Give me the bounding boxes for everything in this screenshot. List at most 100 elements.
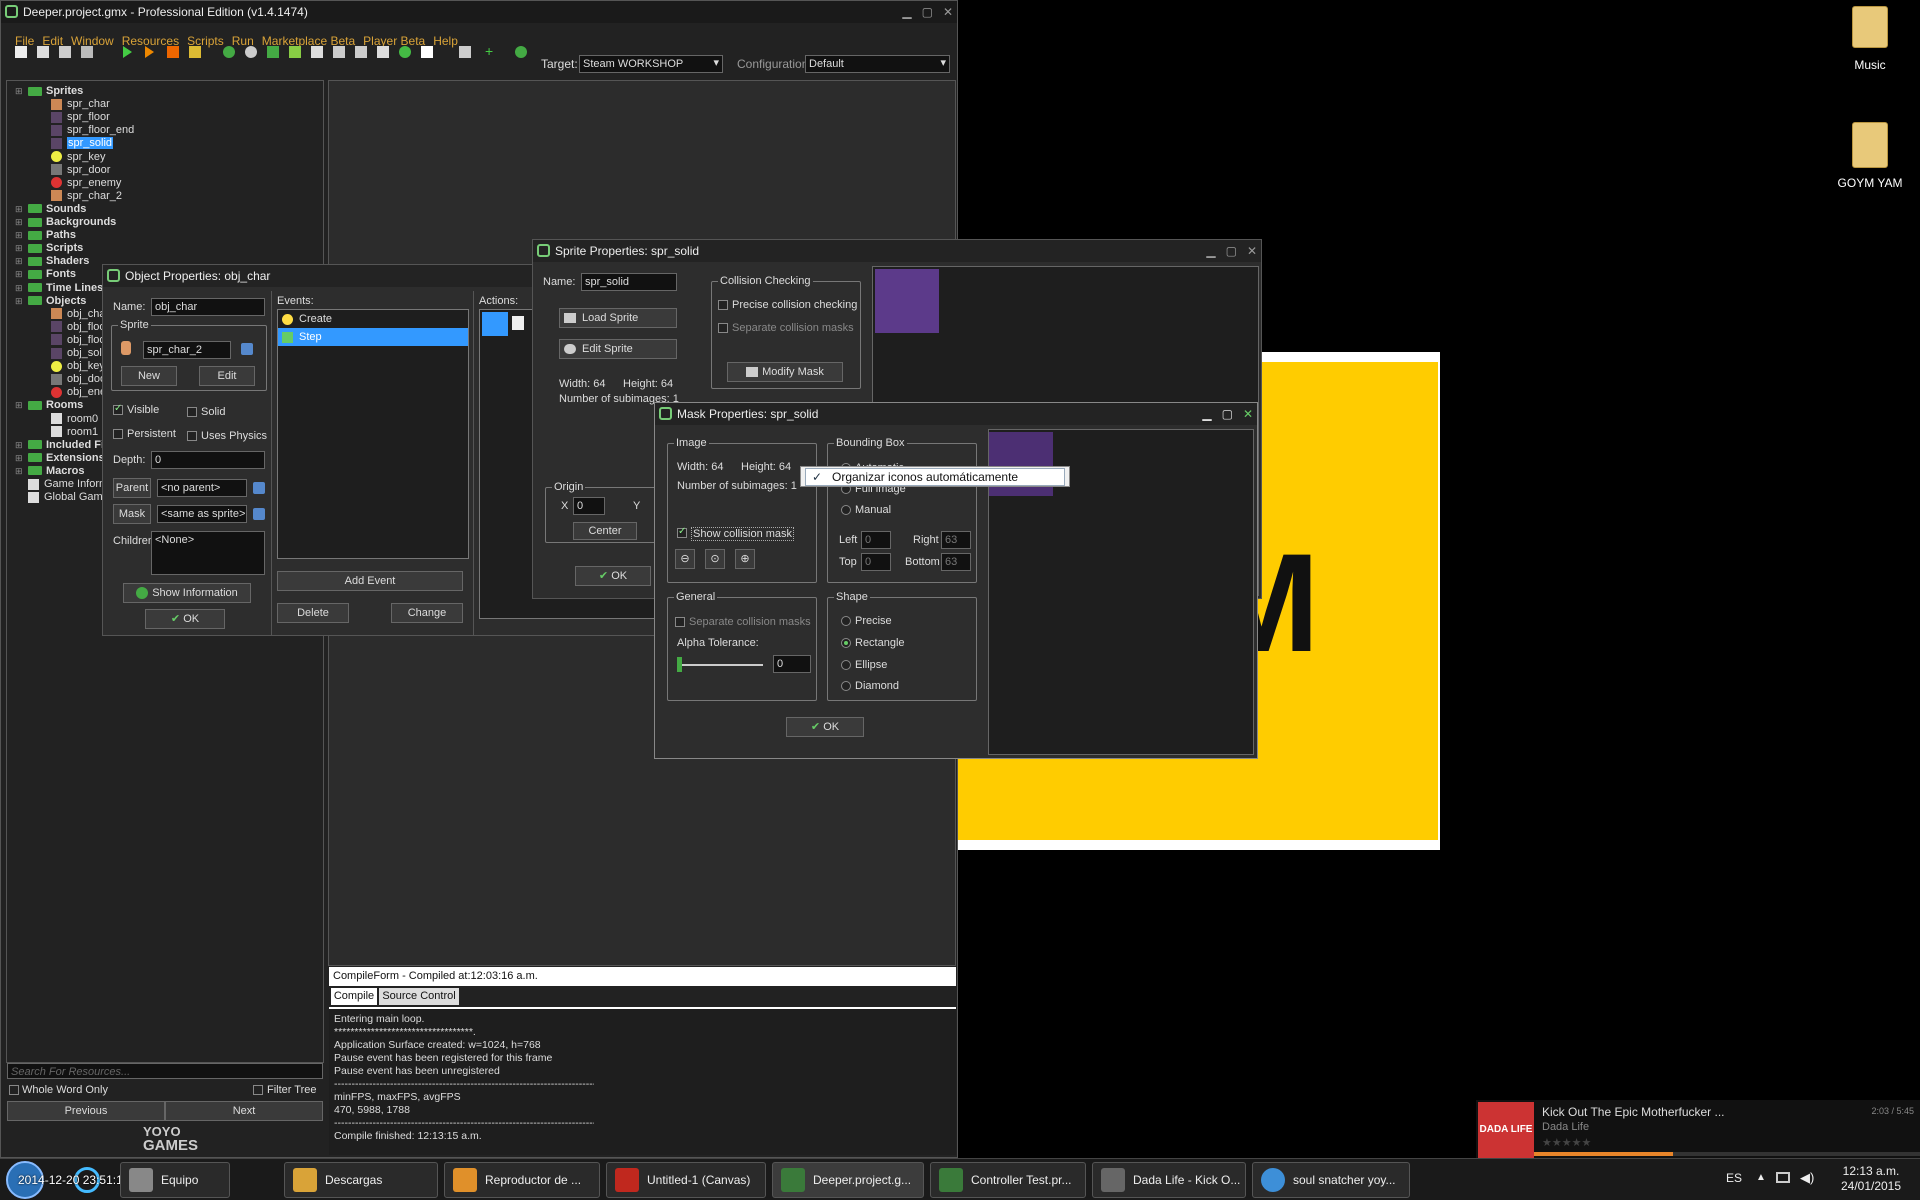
font-icon[interactable]: [355, 46, 367, 58]
center-button[interactable]: Center: [573, 522, 637, 540]
maximize-icon[interactable]: ▢: [1226, 240, 1237, 262]
tab-source-control[interactable]: Source Control: [379, 988, 459, 1005]
tree-item[interactable]: ⊞ Rooms: [15, 399, 83, 412]
expand-icon[interactable]: ⊞: [15, 282, 24, 295]
tree-item[interactable]: ⊞ Sounds: [15, 203, 86, 216]
tree-item[interactable]: spr_enemy: [51, 177, 121, 190]
room-icon[interactable]: [421, 46, 433, 58]
show-information-button[interactable]: Show Information: [123, 583, 251, 603]
desktop-icon-music[interactable]: Music: [1840, 6, 1900, 72]
close-icon[interactable]: ✕: [1243, 403, 1253, 425]
expand-icon[interactable]: ⊞: [15, 465, 24, 478]
tree-item[interactable]: ⊞ Backgrounds: [15, 216, 116, 229]
object-ok-button[interactable]: ✔ OK: [145, 609, 225, 629]
solid-checkbox[interactable]: [187, 407, 197, 417]
sprite-name-input[interactable]: spr_solid: [581, 273, 677, 291]
mask-button[interactable]: Mask: [113, 504, 151, 524]
taskbar-item-media-player[interactable]: Reproductor de ...: [444, 1162, 600, 1198]
sound-icon[interactable]: [245, 46, 257, 58]
expand-icon[interactable]: ⊞: [15, 203, 24, 216]
tree-item[interactable]: obj_floor: [51, 321, 109, 334]
action-item[interactable]: [482, 312, 508, 336]
precise-radio[interactable]: [841, 616, 851, 626]
tree-item[interactable]: spr_floor_end: [51, 124, 134, 137]
mask-menu-icon[interactable]: [253, 508, 265, 520]
edit-sprite-button[interactable]: Edit: [199, 366, 255, 386]
tree-item[interactable]: spr_floor: [51, 111, 110, 124]
add-event-button[interactable]: Add Event: [277, 571, 463, 591]
tree-item[interactable]: spr_door: [51, 164, 110, 177]
alpha-slider[interactable]: [677, 657, 763, 672]
diamond-radio[interactable]: [841, 681, 851, 691]
open-icon[interactable]: [37, 46, 49, 58]
taskbar-item-deeper-project[interactable]: Deeper.project.g...: [772, 1162, 924, 1198]
minimize-icon[interactable]: ▁: [1206, 240, 1215, 262]
list-icon[interactable]: [459, 46, 471, 58]
target-select[interactable]: Steam WORKSHOP ▾: [579, 55, 723, 73]
visible-checkbox[interactable]: [113, 403, 123, 415]
context-menu-item-arrange-icons[interactable]: ✓ Organizar iconos automáticamente: [805, 468, 1065, 486]
load-sprite-button[interactable]: Load Sprite: [559, 308, 677, 328]
taskbar-item-controller-test[interactable]: Controller Test.pr...: [930, 1162, 1086, 1198]
modify-mask-button[interactable]: Modify Mask: [727, 362, 843, 382]
parent-select[interactable]: <no parent>: [157, 479, 247, 497]
menu-help[interactable]: Help: [433, 34, 458, 48]
timeline-icon[interactable]: [377, 46, 389, 58]
expand-icon[interactable]: ⊞: [15, 229, 24, 242]
tree-item[interactable]: spr_char_2: [51, 190, 122, 203]
manual-radio[interactable]: [841, 505, 851, 515]
expand-icon[interactable]: ⊞: [15, 255, 24, 268]
events-list[interactable]: Create Step: [277, 309, 469, 559]
path-icon[interactable]: [289, 46, 301, 58]
slider-thumb[interactable]: [677, 657, 682, 672]
show-mask-checkbox[interactable]: [677, 526, 687, 538]
background-icon[interactable]: [267, 46, 279, 58]
desktop-icon-goym-yam[interactable]: GOYM YAM: [1830, 122, 1910, 190]
save-icon[interactable]: [59, 46, 71, 58]
taskbar-item-flash[interactable]: Untitled-1 (Canvas): [606, 1162, 766, 1198]
new-sprite-button[interactable]: New: [121, 366, 177, 386]
sprite-icon[interactable]: [223, 46, 235, 58]
debug-icon[interactable]: [145, 46, 154, 58]
export-icon[interactable]: [81, 46, 93, 58]
delete-event-button[interactable]: Delete: [277, 603, 349, 623]
tray-clock[interactable]: 12:13 a.m. 24/01/2015: [1826, 1164, 1916, 1194]
zoom-normal-button[interactable]: ⊙: [705, 549, 725, 569]
tree-item[interactable]: ⊞ Objects: [15, 295, 86, 308]
rating-stars[interactable]: ★★★★★: [1542, 1136, 1591, 1149]
language-indicator[interactable]: ES: [1726, 1171, 1742, 1185]
mask-select[interactable]: <same as sprite>: [157, 505, 247, 523]
maximize-icon[interactable]: ▢: [922, 1, 933, 23]
edit-sprite-button[interactable]: Edit Sprite: [559, 339, 677, 359]
tree-item[interactable]: ⊞ Paths: [15, 229, 76, 242]
tree-item[interactable]: obj_key: [51, 360, 105, 373]
taskbar-item-chrome[interactable]: soul snatcher yoy...: [1252, 1162, 1410, 1198]
top-input[interactable]: 0: [861, 553, 891, 571]
rectangle-radio[interactable]: [841, 638, 851, 648]
whole-word-checkbox[interactable]: [9, 1085, 19, 1095]
tree-item[interactable]: room1: [51, 426, 98, 439]
sprite-ok-button[interactable]: ✔ OK: [575, 566, 651, 586]
taskbar-item-dada-life[interactable]: Dada Life - Kick O...: [1092, 1162, 1246, 1198]
expand-icon[interactable]: ⊞: [15, 85, 24, 98]
tree-item[interactable]: ⊞ Sprites: [15, 85, 83, 98]
minimize-icon[interactable]: ▁: [1202, 403, 1211, 425]
expand-icon[interactable]: ⊞: [15, 295, 24, 308]
tree-item[interactable]: ⊞ Shaders: [15, 255, 89, 268]
change-event-button[interactable]: Change: [391, 603, 463, 623]
zoom-in-button[interactable]: ⊕: [735, 549, 755, 569]
precise-checkbox[interactable]: [718, 300, 728, 310]
clean-icon[interactable]: [189, 46, 201, 58]
origin-x-input[interactable]: 0: [573, 497, 605, 515]
tree-item[interactable]: ⊞ Fonts: [15, 268, 76, 281]
expand-icon[interactable]: ⊞: [15, 268, 24, 281]
progress-track[interactable]: [1534, 1152, 1920, 1156]
expand-icon[interactable]: ⊞: [15, 399, 24, 412]
children-list[interactable]: <None>: [151, 531, 265, 575]
expand-icon[interactable]: ⊞: [15, 216, 24, 229]
object-name-input[interactable]: obj_char: [151, 298, 265, 316]
mask-separate-checkbox[interactable]: [675, 617, 685, 627]
tree-item[interactable]: obj_door: [51, 373, 110, 386]
network-icon[interactable]: [1776, 1172, 1790, 1183]
left-input[interactable]: 0: [861, 531, 891, 549]
